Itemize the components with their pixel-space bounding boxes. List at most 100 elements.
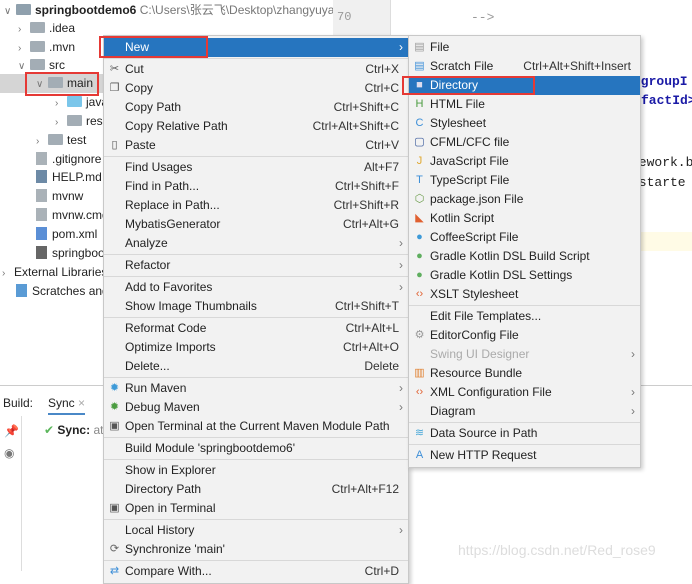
menu-item-delete[interactable]: Delete... Delete — [104, 357, 408, 376]
menu-separator — [409, 422, 640, 423]
menu-item-package-json-file[interactable]: ⬡ package.json File — [409, 190, 640, 209]
menu-item-find-usages[interactable]: Find Usages Alt+F7 — [104, 158, 408, 177]
menu-item-debug-maven[interactable]: ✹ Debug Maven › — [104, 398, 408, 417]
ts-file-icon: T — [416, 174, 423, 186]
tree-item[interactable]: › .idea — [18, 19, 75, 38]
menu-item-compare-with[interactable]: ⇄ Compare With... Ctrl+D — [104, 562, 408, 581]
menu-item-cut[interactable]: ✂ Cut Ctrl+X — [104, 60, 408, 79]
menu-item-editorconfig-file[interactable]: ⚙ EditorConfig File — [409, 326, 640, 345]
menu-item-directory[interactable]: ■ Directory — [409, 76, 640, 95]
menu-item-cfml-cfc-file[interactable]: ▢ CFML/CFC file — [409, 133, 640, 152]
menu-item-copy-relative-path[interactable]: Copy Relative Path Ctrl+Alt+Shift+C — [104, 117, 408, 136]
menu-item-analyze[interactable]: Analyze › — [104, 234, 408, 253]
tree-item[interactable]: › External Libraries — [2, 263, 107, 282]
menu-item-resource-bundle[interactable]: ▥ Resource Bundle — [409, 364, 640, 383]
tab-sync[interactable]: Sync × — [48, 396, 86, 415]
resource-bundle-icon: ▥ — [414, 367, 425, 379]
tree-root[interactable]: ∨ springbootdemo6 C:\Users\张云飞\Desktop\zh… — [4, 1, 348, 20]
menu-item-mybatisgenerator[interactable]: MybatisGenerator Ctrl+Alt+G — [104, 215, 408, 234]
menu-item-gradle-kotlin-dsl-build-script[interactable]: ● Gradle Kotlin DSL Build Script — [409, 247, 640, 266]
menu-item-show-image-thumbnails[interactable]: Show Image Thumbnails Ctrl+Shift+T — [104, 297, 408, 316]
menu-separator — [104, 276, 408, 277]
copy-icon: ❐ — [109, 82, 120, 94]
menu-item-coffeescript-file[interactable]: ● CoffeeScript File — [409, 228, 640, 247]
menu-item-directory-path[interactable]: Directory Path Ctrl+Alt+F12 — [104, 480, 408, 499]
menu-item-open-in-terminal[interactable]: ▣ Open in Terminal — [104, 499, 408, 518]
menu-item-add-to-favorites[interactable]: Add to Favorites › — [104, 278, 408, 297]
pin-icon[interactable]: 📌 — [4, 424, 19, 438]
chevron-right-icon: › — [399, 523, 403, 537]
menu-separator — [104, 156, 408, 157]
tree-item[interactable]: › .mvn — [18, 38, 75, 57]
menu-item-open-terminal-at-the-current-maven-module-path[interactable]: ▣ Open Terminal at the Current Maven Modu… — [104, 417, 408, 436]
menu-item-new-http-request[interactable]: A New HTTP Request — [409, 446, 640, 465]
html-file-icon: H — [415, 98, 424, 110]
code-line: factId> — [641, 93, 692, 108]
menu-item-edit-file-templates[interactable]: Edit File Templates... — [409, 307, 640, 326]
menu-separator — [104, 377, 408, 378]
maven-run-icon: ✹ — [109, 382, 120, 394]
menu-item-find-in-path[interactable]: Find in Path... Ctrl+Shift+F — [104, 177, 408, 196]
menu-item-typescript-file[interactable]: T TypeScript File — [409, 171, 640, 190]
menu-item-optimize-imports[interactable]: Optimize Imports Ctrl+Alt+O — [104, 338, 408, 357]
menu-item-swing-ui-designer[interactable]: Swing UI Designer › — [409, 345, 640, 364]
menu-item-scratch-file[interactable]: ▤ Scratch File Ctrl+Alt+Shift+Insert — [409, 57, 640, 76]
menu-item-diagram[interactable]: Diagram › — [409, 402, 640, 421]
menu-item-html-file[interactable]: H HTML File — [409, 95, 640, 114]
folder-icon: ■ — [416, 79, 423, 91]
tree-item[interactable]: mvnw — [36, 187, 83, 206]
menu-item-run-maven[interactable]: ✹ Run Maven › — [104, 379, 408, 398]
menu-item-gradle-kotlin-dsl-settings[interactable]: ● Gradle Kotlin DSL Settings — [409, 266, 640, 285]
menu-item-data-source-in-path[interactable]: ≋ Data Source in Path — [409, 424, 640, 443]
menu-separator — [104, 317, 408, 318]
menu-item-copy-path[interactable]: Copy Path Ctrl+Shift+C — [104, 98, 408, 117]
scratch-file-icon: ▤ — [414, 60, 425, 72]
menu-item-label: Swing UI Designer — [430, 347, 530, 361]
tree-item[interactable]: pom.xml — [36, 225, 97, 244]
menu-item-xml-configuration-file[interactable]: ‹› XML Configuration File › — [409, 383, 640, 402]
shortcut-label: Ctrl+Shift+C — [333, 100, 399, 114]
menu-item-synchronize-main[interactable]: ⟳ Synchronize 'main' — [104, 540, 408, 559]
menu-item-replace-in-path[interactable]: Replace in Path... Ctrl+Shift+R — [104, 196, 408, 215]
menu-item-paste[interactable]: ▯ Paste Ctrl+V — [104, 136, 408, 155]
menu-item-label: HTML File — [430, 97, 485, 111]
menu-item-xslt-stylesheet[interactable]: ‹› XSLT Stylesheet — [409, 285, 640, 304]
menu-item-show-in-explorer[interactable]: Show in Explorer — [104, 461, 408, 480]
check-icon: ✔ — [44, 423, 55, 437]
sync-status: ✔ Sync: at — [44, 423, 104, 437]
menu-item-label: Stylesheet — [430, 116, 487, 130]
menu-item-label: Gradle Kotlin DSL Settings — [430, 268, 573, 282]
tree-item[interactable]: › java — [55, 93, 108, 112]
tree-item[interactable]: HELP.md — [36, 168, 102, 187]
shortcut-label: Ctrl+C — [364, 81, 399, 95]
tree-item[interactable]: › test — [36, 131, 86, 150]
menu-item-javascript-file[interactable]: J JavaScript File — [409, 152, 640, 171]
menu-item-refactor[interactable]: Refactor › — [104, 256, 408, 275]
tree-item[interactable]: ∨ src — [18, 56, 65, 75]
tree-item[interactable]: .gitignore — [36, 150, 101, 169]
tree-item[interactable]: mvnw.cmd — [36, 206, 109, 225]
menu-item-label: Kotlin Script — [430, 211, 495, 225]
eye-icon[interactable]: ◉ — [4, 446, 17, 460]
menu-separator — [409, 444, 640, 445]
menu-item-label: Copy Path — [125, 100, 182, 114]
menu-item-new[interactable]: New › — [104, 38, 408, 57]
shortcut-label: Ctrl+Alt+Shift+C — [312, 119, 399, 133]
close-icon[interactable]: × — [78, 396, 85, 410]
chevron-right-icon: › — [399, 400, 403, 414]
menu-item-label: EditorConfig File — [430, 328, 519, 342]
chevron-right-icon: › — [399, 381, 403, 395]
menu-item-copy[interactable]: ❐ Copy Ctrl+C — [104, 79, 408, 98]
menu-item-reformat-code[interactable]: Reformat Code Ctrl+Alt+L — [104, 319, 408, 338]
menu-item-label: CFML/CFC file — [430, 135, 510, 149]
shortcut-label: Alt+F7 — [363, 160, 399, 174]
menu-item-stylesheet[interactable]: C Stylesheet — [409, 114, 640, 133]
menu-item-file[interactable]: ▤ File — [409, 38, 640, 57]
menu-item-kotlin-script[interactable]: ◣ Kotlin Script — [409, 209, 640, 228]
chevron-right-icon: › — [631, 385, 635, 399]
menu-item-label: Resource Bundle — [430, 366, 523, 380]
shortcut-label: Ctrl+Alt+G — [342, 217, 399, 231]
menu-item-local-history[interactable]: Local History › — [104, 521, 408, 540]
coffee-icon: ● — [416, 231, 423, 243]
menu-item-build-module-springbootdemo6[interactable]: Build Module 'springbootdemo6' — [104, 439, 408, 458]
